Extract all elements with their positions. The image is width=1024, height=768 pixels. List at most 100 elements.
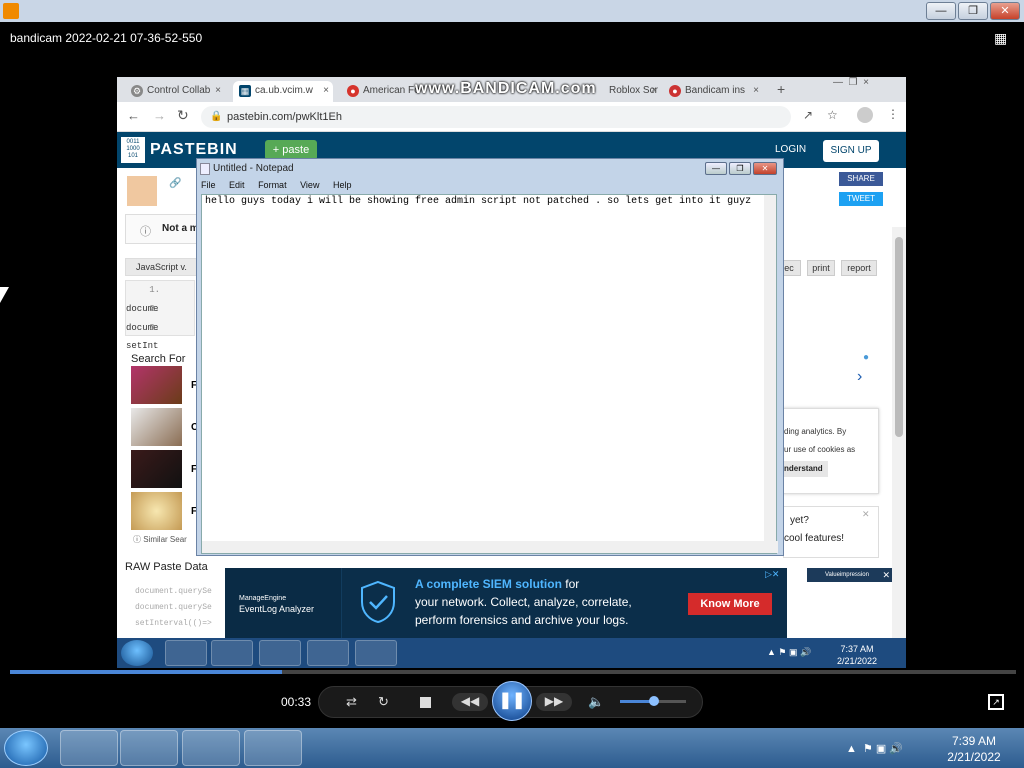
- notepad-title-bar[interactable]: Untitled - Notepad — ❐ ✕: [197, 159, 785, 179]
- tab-roblox[interactable]: Roblox Scr ×: [587, 81, 661, 102]
- volume-knob[interactable]: [649, 696, 659, 706]
- search-thumbnail[interactable]: [131, 408, 182, 446]
- previous-button[interactable]: ◀◀: [452, 693, 488, 711]
- profile-icon[interactable]: [857, 107, 873, 123]
- notepad-minimize-button[interactable]: —: [705, 162, 727, 175]
- notepad-window: Untitled - Notepad — ❐ ✕ File Edit Forma…: [196, 158, 784, 556]
- chevron-right-icon[interactable]: ›: [857, 368, 862, 386]
- fullscreen-icon[interactable]: ↗: [988, 694, 1004, 710]
- inner-clock[interactable]: 7:37 AM 2/21/2022: [837, 643, 877, 667]
- browser-window-controls[interactable]: — ❐ ×: [833, 77, 903, 91]
- new-tab-button[interactable]: +: [777, 81, 785, 97]
- menu-format[interactable]: Format: [258, 180, 287, 190]
- close-button[interactable]: ✕: [990, 2, 1020, 20]
- start-button[interactable]: [4, 730, 48, 766]
- stop-button[interactable]: [420, 697, 431, 708]
- bandicam-taskbar-button[interactable]: [307, 640, 349, 666]
- notepad-close-button[interactable]: ✕: [753, 162, 777, 175]
- signup-button[interactable]: SIGN UP: [823, 140, 879, 162]
- reload-icon[interactable]: ↻: [177, 107, 189, 124]
- login-link[interactable]: LOGIN: [775, 144, 806, 155]
- elapsed-time: 00:33: [281, 695, 312, 709]
- tab-close-icon[interactable]: ×: [753, 81, 759, 101]
- language-suffix: v.: [180, 262, 187, 272]
- tab-close-icon[interactable]: ×: [215, 81, 221, 101]
- close-icon[interactable]: ✕: [882, 568, 890, 582]
- menu-icon[interactable]: ⋮: [887, 107, 899, 121]
- notepad-text-area[interactable]: hello guys today i will be showing free …: [201, 194, 778, 554]
- search-thumbnail[interactable]: [131, 492, 182, 530]
- explorer-taskbar-button[interactable]: [165, 640, 207, 666]
- tab-close-icon[interactable]: ×: [323, 81, 329, 101]
- close-icon[interactable]: ✕: [862, 509, 870, 520]
- video-title: bandicam 2022-02-21 07-36-52-550: [10, 31, 203, 45]
- notepad-horizontal-scrollbar[interactable]: [202, 541, 778, 553]
- menu-help[interactable]: Help: [333, 180, 352, 190]
- explorer-taskbar-button[interactable]: [60, 730, 118, 766]
- notepad-taskbar-button[interactable]: [355, 640, 397, 666]
- page-scrollbar[interactable]: [892, 227, 906, 644]
- avatar: [127, 176, 157, 206]
- new-paste-button[interactable]: + paste: [265, 140, 317, 160]
- notepad-maximize-button[interactable]: ❐: [729, 162, 751, 175]
- address-bar: ← → ↻ 🔒 pastebin.com/pwKlt1Eh ↗ ☆ ⋮: [117, 102, 906, 132]
- facebook-share-button[interactable]: SHARE: [839, 172, 883, 186]
- seek-progress: [10, 670, 282, 674]
- tab-american[interactable]: ● American Fo: [341, 81, 421, 102]
- minimize-button[interactable]: —: [926, 2, 956, 20]
- cookie-accept-button[interactable]: nderstand: [784, 461, 828, 477]
- forward-icon[interactable]: →: [153, 108, 166, 123]
- tab-bandicam[interactable]: ● Bandicam ins ×: [663, 81, 763, 102]
- pause-button[interactable]: ❚❚: [492, 681, 532, 721]
- know-more-button[interactable]: Know More: [688, 593, 772, 615]
- code-line: 3. setInt: [126, 323, 160, 351]
- notepad-icon: [200, 163, 210, 175]
- adchoices-icon[interactable]: ●: [863, 352, 869, 363]
- system-clock[interactable]: 7:39 AM 2/21/2022: [944, 733, 1004, 765]
- volume-icon[interactable]: 🔈: [588, 694, 604, 710]
- tab-pastebin[interactable]: ▦ ca.ub.vcim.w ×: [233, 81, 333, 102]
- url-field[interactable]: 🔒 pastebin.com/pwKlt1Eh: [201, 106, 791, 128]
- volume-slider[interactable]: [620, 696, 686, 706]
- notepad-title: Untitled - Notepad: [213, 163, 294, 174]
- media-player-taskbar-button[interactable]: [120, 730, 178, 766]
- shuffle-icon[interactable]: ⇄: [346, 694, 357, 710]
- bandicam-taskbar-button[interactable]: [244, 730, 302, 766]
- back-icon[interactable]: ←: [127, 108, 140, 123]
- pastebin-brand[interactable]: PASTEBIN: [150, 141, 238, 159]
- tab-close-icon[interactable]: ×: [651, 81, 657, 101]
- tray-icons[interactable]: ▲ ⚑ ▣ 🔊: [846, 742, 903, 755]
- start-button[interactable]: [121, 640, 153, 666]
- inner-taskbar: ▲ ⚑ ▣ 🔊 7:37 AM 2/21/2022: [117, 638, 906, 668]
- next-button[interactable]: ▶▶: [536, 693, 572, 711]
- media-taskbar-button[interactable]: [211, 640, 253, 666]
- tab-label: American Fo: [363, 85, 420, 96]
- siem-advertisement[interactable]: ManageEngine EventLog Analyzer A complet…: [225, 568, 787, 640]
- grid-view-icon[interactable]: ▦: [994, 30, 1014, 46]
- report-button[interactable]: report: [841, 260, 877, 276]
- star-icon[interactable]: ☆: [827, 108, 838, 122]
- maximize-button[interactable]: ❐: [958, 2, 988, 20]
- seek-bar[interactable]: [10, 670, 1016, 674]
- share-icon[interactable]: ↗: [803, 108, 813, 122]
- tray-icons[interactable]: ▲ ⚑ ▣ 🔊: [767, 647, 811, 658]
- menu-edit[interactable]: Edit: [229, 180, 245, 190]
- search-thumbnail[interactable]: [131, 366, 182, 404]
- search-for-heading: Search For: [131, 353, 186, 365]
- similar-search-link[interactable]: ⓘ Similar Sear: [133, 534, 187, 545]
- bandicam-watermark: www.BANDICAM.com: [415, 80, 597, 97]
- print-button[interactable]: print: [807, 260, 835, 276]
- chrome-taskbar-button[interactable]: [182, 730, 240, 766]
- chrome-taskbar-button[interactable]: [259, 640, 301, 666]
- promo-text: cool features!: [784, 533, 845, 544]
- pastebin-logo[interactable]: 0011 1000 101: [121, 137, 145, 163]
- ad-close-icon[interactable]: ▷✕: [765, 569, 779, 580]
- tab-control-collab[interactable]: ⚙ Control Collab ×: [125, 81, 225, 102]
- menu-file[interactable]: File: [201, 180, 216, 190]
- menu-view[interactable]: View: [300, 180, 319, 190]
- tweet-button[interactable]: TWEET: [839, 192, 883, 206]
- notepad-vertical-scrollbar[interactable]: [764, 195, 776, 541]
- repeat-icon[interactable]: ↻: [378, 694, 389, 710]
- notice-box: ⓘ Not a m: [125, 214, 207, 244]
- search-thumbnail[interactable]: [131, 450, 182, 488]
